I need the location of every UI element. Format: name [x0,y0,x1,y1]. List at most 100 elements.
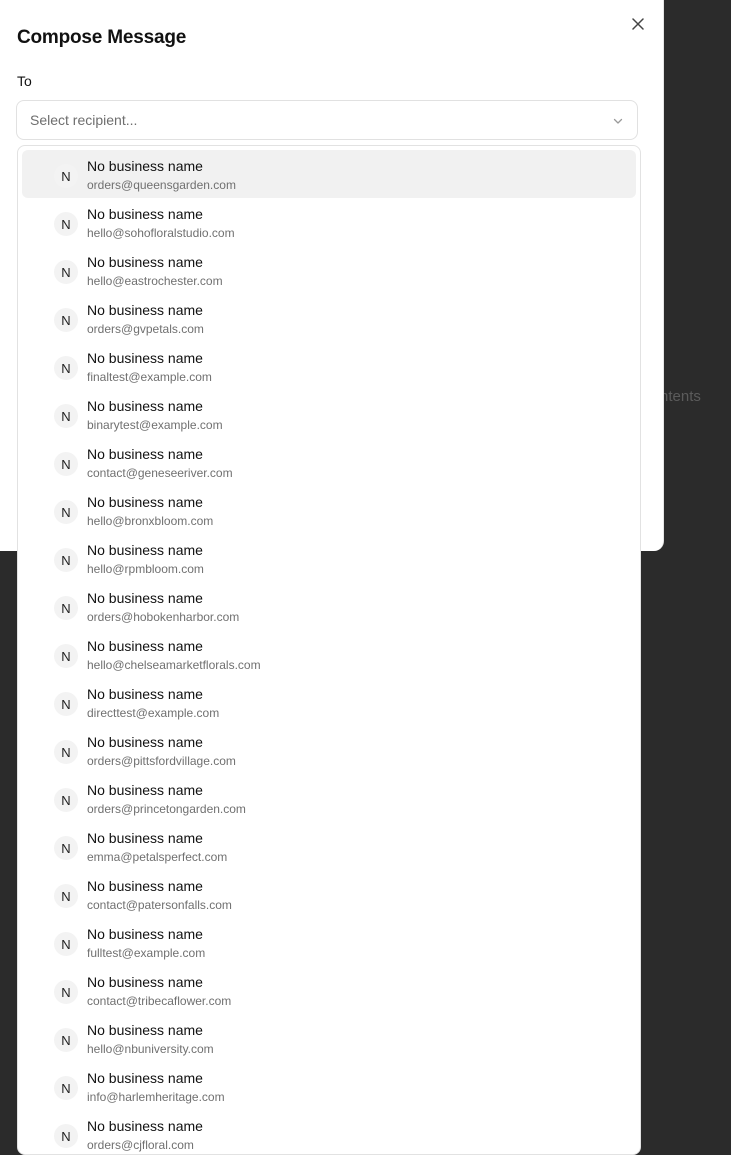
avatar-initial: N [61,1129,70,1144]
recipient-email: hello@eastrochester.com [87,274,223,288]
recipient-name: No business name [87,350,203,366]
avatar-initial: N [61,889,70,904]
recipient-email: hello@rpmbloom.com [87,562,204,576]
recipient-select[interactable]: Select recipient... [16,100,638,140]
close-icon [631,17,645,31]
recipient-email: orders@hobokenharbor.com [87,610,239,624]
recipient-email: orders@queensgarden.com [87,178,236,192]
recipient-name: No business name [87,494,203,510]
recipient-name: No business name [87,254,203,270]
avatar-initial: N [61,313,70,328]
recipient-option[interactable]: N No business name contact@tribecaflower… [22,966,636,1014]
avatar-initial: N [61,985,70,1000]
recipient-option[interactable]: N No business name orders@cjfloral.com [22,1110,636,1155]
avatar: N [54,548,78,572]
avatar: N [54,404,78,428]
dialog-title: Compose Message [17,27,186,49]
recipient-name: No business name [87,158,203,174]
avatar: N [54,884,78,908]
avatar-initial: N [61,841,70,856]
close-button[interactable] [628,14,648,34]
recipient-name: No business name [87,398,203,414]
chevron-down-icon [611,114,625,128]
recipient-email: hello@sohofloralstudio.com [87,226,235,240]
avatar: N [54,932,78,956]
recipient-name: No business name [87,446,203,462]
recipient-email: orders@gvpetals.com [87,322,204,336]
recipient-dropdown-list[interactable]: N No business name orders@queensgarden.c… [17,145,641,1155]
avatar-initial: N [61,649,70,664]
avatar-initial: N [61,361,70,376]
avatar-initial: N [61,265,70,280]
recipient-email: contact@geneseeriver.com [87,466,233,480]
recipient-name: No business name [87,878,203,894]
recipient-option[interactable]: N No business name hello@chelseamarketfl… [22,630,636,678]
recipient-option[interactable]: N No business name orders@pittsfordvilla… [22,726,636,774]
background-text: ntents [660,388,701,405]
recipient-email: finaltest@example.com [87,370,212,384]
avatar-initial: N [61,457,70,472]
avatar: N [54,692,78,716]
avatar: N [54,788,78,812]
avatar-initial: N [61,697,70,712]
recipient-option[interactable]: N No business name hello@bronxbloom.com [22,486,636,534]
avatar-initial: N [61,601,70,616]
avatar-initial: N [61,1033,70,1048]
recipient-option[interactable]: N No business name orders@gvpetals.com [22,294,636,342]
recipient-option[interactable]: N No business name finaltest@example.com [22,342,636,390]
recipient-option[interactable]: N No business name hello@eastrochester.c… [22,246,636,294]
recipient-name: No business name [87,686,203,702]
recipient-name: No business name [87,1118,203,1134]
recipient-option[interactable]: N No business name emma@petalsperfect.co… [22,822,636,870]
recipient-option[interactable]: N No business name orders@princetongarde… [22,774,636,822]
avatar-initial: N [61,937,70,952]
recipient-name: No business name [87,590,203,606]
recipient-email: info@harlemheritage.com [87,1090,225,1104]
recipient-option[interactable]: N No business name orders@queensgarden.c… [22,150,636,198]
avatar-initial: N [61,745,70,760]
recipient-email: orders@princetongarden.com [87,802,246,816]
recipient-option[interactable]: N No business name orders@hobokenharbor.… [22,582,636,630]
recipient-name: No business name [87,830,203,846]
recipient-option[interactable]: N No business name fulltest@example.com [22,918,636,966]
recipient-option[interactable]: N No business name binarytest@example.co… [22,390,636,438]
recipient-email: hello@bronxbloom.com [87,514,213,528]
avatar: N [54,452,78,476]
avatar: N [54,1124,78,1148]
recipient-email: orders@cjfloral.com [87,1138,194,1152]
avatar-initial: N [61,1081,70,1096]
recipient-option[interactable]: N No business name contact@geneseeriver.… [22,438,636,486]
avatar: N [54,980,78,1004]
recipient-option[interactable]: N No business name hello@rpmbloom.com [22,534,636,582]
recipient-name: No business name [87,926,203,942]
recipient-name: No business name [87,974,203,990]
recipient-email: contact@patersonfalls.com [87,898,232,912]
recipient-option[interactable]: N No business name contact@patersonfalls… [22,870,636,918]
recipient-email: binarytest@example.com [87,418,223,432]
to-label: To [17,73,32,89]
recipient-name: No business name [87,782,203,798]
avatar-initial: N [61,217,70,232]
recipient-email: directtest@example.com [87,706,219,720]
recipient-name: No business name [87,734,203,750]
avatar: N [54,500,78,524]
recipient-option[interactable]: N No business name hello@sohofloralstudi… [22,198,636,246]
avatar: N [54,836,78,860]
avatar-initial: N [61,169,70,184]
avatar-initial: N [61,553,70,568]
avatar: N [54,740,78,764]
avatar: N [54,644,78,668]
recipient-email: fulltest@example.com [87,946,205,960]
avatar: N [54,596,78,620]
recipient-option[interactable]: N No business name hello@nbuniversity.co… [22,1014,636,1062]
avatar: N [54,164,78,188]
avatar-initial: N [61,505,70,520]
recipient-email: emma@petalsperfect.com [87,850,227,864]
recipient-name: No business name [87,302,203,318]
recipient-name: No business name [87,1070,203,1086]
avatar: N [54,1076,78,1100]
avatar: N [54,356,78,380]
recipient-option[interactable]: N No business name directtest@example.co… [22,678,636,726]
recipient-select-placeholder: Select recipient... [30,112,137,128]
recipient-option[interactable]: N No business name info@harlemheritage.c… [22,1062,636,1110]
